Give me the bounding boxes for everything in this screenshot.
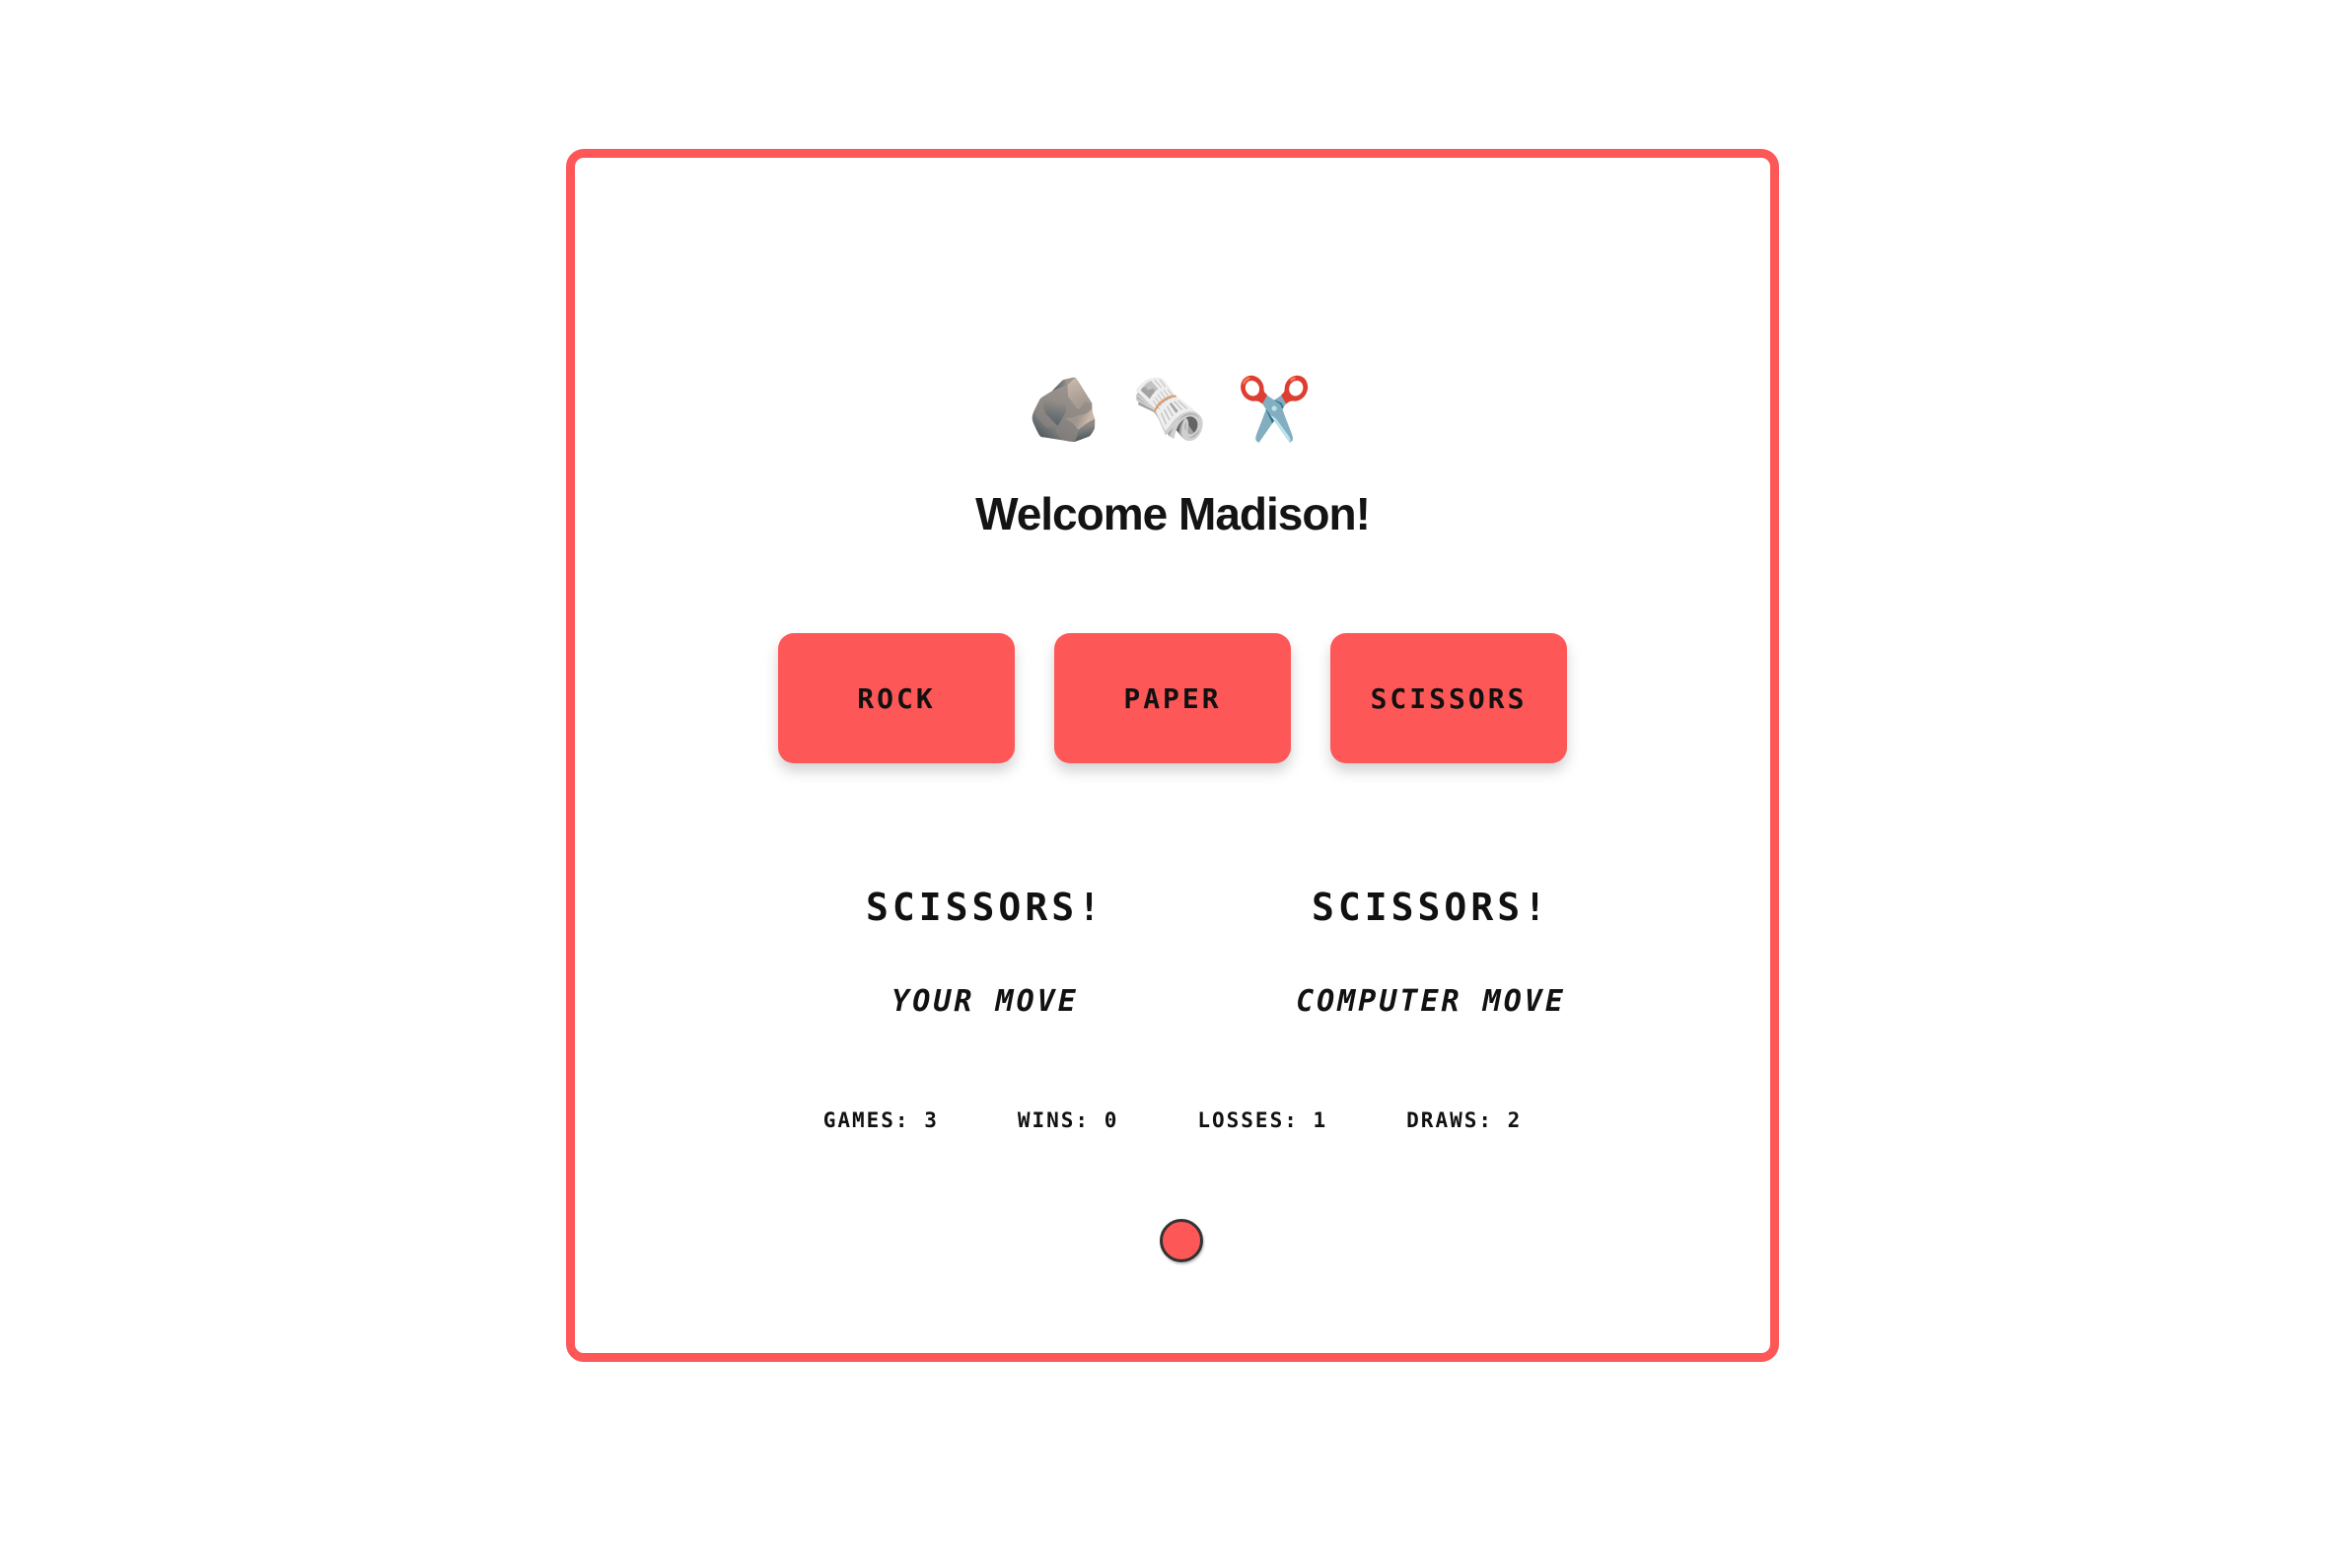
game-card: 🪨 🗞️ ✂️ Welcome Madison! ROCK PAPER SCIS… xyxy=(566,149,1779,1362)
player-move-column: SCISSORS! YOUR MOVE xyxy=(808,878,1163,1019)
scissors-button[interactable]: SCISSORS xyxy=(1330,633,1567,763)
draws-count: DRAWS: 2 xyxy=(1406,1108,1523,1132)
rock-icon: 🪨 xyxy=(1026,376,1109,444)
game-content: 🪨 🗞️ ✂️ Welcome Madison! ROCK PAPER SCIS… xyxy=(575,158,1770,1353)
paper-button[interactable]: PAPER xyxy=(1054,633,1291,763)
moves-panel: SCISSORS! YOUR MOVE SCISSORS! COMPUTER M… xyxy=(575,878,1770,1055)
losses-count: LOSSES: 1 xyxy=(1197,1108,1328,1132)
games-count: GAMES: 3 xyxy=(822,1108,939,1132)
title-icons: 🪨 🗞️ ✂️ xyxy=(575,373,1770,448)
welcome-heading: Welcome Madison! xyxy=(975,488,1371,539)
move-buttons: ROCK PAPER SCISSORS xyxy=(575,633,1770,763)
computer-move-label: COMPUTER MOVE xyxy=(1296,984,1566,1019)
computer-move-result: SCISSORS! xyxy=(1312,886,1550,929)
player-move-result: SCISSORS! xyxy=(866,886,1105,929)
newspaper-icon: 🗞️ xyxy=(1131,376,1214,444)
rock-button[interactable]: ROCK xyxy=(778,633,1015,763)
player-move-label: YOUR MOVE xyxy=(891,984,1079,1019)
scissors-icon: ✂️ xyxy=(1236,376,1319,444)
wins-count: WINS: 0 xyxy=(1017,1108,1119,1132)
reset-button[interactable] xyxy=(1160,1219,1203,1262)
computer-move-column: SCISSORS! COMPUTER MOVE xyxy=(1253,878,1608,1019)
score-stats: GAMES: 3 WINS: 0 LOSSES: 1 DRAWS: 2 xyxy=(575,1108,1770,1132)
